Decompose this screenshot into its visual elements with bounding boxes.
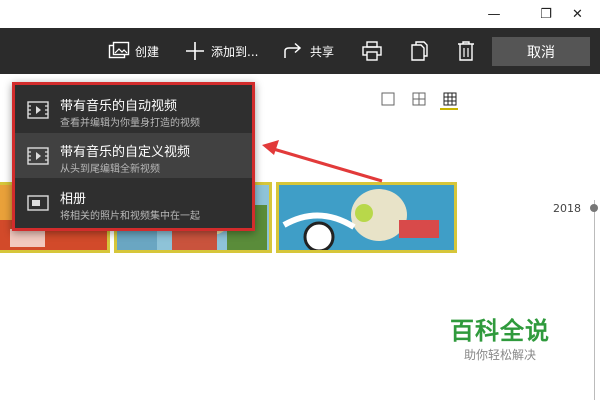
delete-icon — [456, 40, 476, 62]
album-icon — [27, 193, 49, 213]
close-button[interactable]: ✕ — [555, 0, 600, 28]
photo-thumbnail[interactable] — [276, 182, 457, 253]
minimize-button[interactable]: — — [471, 0, 517, 28]
create-dropdown-menu: 带有音乐的自动视频 查看并编辑为你量身打造的视频 带有音乐的自定义视频 从头到尾… — [12, 82, 255, 231]
add-icon — [184, 40, 206, 62]
menu-item-subtitle: 从头到尾编辑全新视频 — [60, 164, 160, 175]
timeline-scrubber[interactable] — [594, 200, 595, 400]
cancel-button[interactable]: 取消 — [492, 37, 590, 66]
print-button[interactable] — [361, 28, 383, 74]
photos-app-window: — ❐ ✕ 创建 添加到... 共享 取消 2018 带有音乐的自动视频 查看并… — [0, 0, 600, 400]
watermark-subtitle: 助你轻松解决 — [463, 348, 536, 362]
watermark-title: 百科全说 — [450, 317, 550, 345]
menu-item-subtitle: 将相关的照片和视频集中在一起 — [60, 211, 200, 222]
create-button[interactable]: 创建 — [108, 28, 159, 74]
custom-video-icon — [27, 146, 49, 166]
copy-button[interactable] — [408, 28, 430, 74]
single-view-icon[interactable] — [380, 90, 396, 108]
menu-item-album[interactable]: 相册 将相关的照片和视频集中在一起 — [15, 180, 252, 225]
menu-item-auto-video[interactable]: 带有音乐的自动视频 查看并编辑为你量身打造的视频 — [15, 87, 252, 132]
active-view-indicator — [440, 108, 458, 110]
four-grid-view-icon[interactable] — [411, 90, 427, 108]
add-to-button[interactable]: 添加到... — [184, 28, 258, 74]
delete-button[interactable] — [456, 28, 476, 74]
auto-video-icon — [27, 100, 49, 120]
title-bar: — ❐ ✕ — [0, 0, 600, 28]
print-icon — [361, 40, 383, 62]
menu-item-title: 相册 — [60, 192, 87, 207]
menu-item-custom-video[interactable]: 带有音乐的自定义视频 从头到尾编辑全新视频 — [15, 133, 252, 178]
watermark-logo: 百科全说 助你轻松解决 — [440, 316, 560, 364]
copy-icon — [408, 40, 430, 62]
timeline-year-label: 2018 — [553, 202, 581, 215]
create-icon — [108, 41, 130, 61]
menu-item-title: 带有音乐的自动视频 — [60, 99, 178, 114]
menu-item-title: 带有音乐的自定义视频 — [60, 145, 191, 160]
create-label: 创建 — [135, 44, 160, 59]
share-button[interactable]: 共享 — [283, 28, 334, 74]
nine-grid-view-icon[interactable] — [442, 90, 458, 108]
timeline-marker[interactable] — [590, 204, 598, 212]
menu-item-subtitle: 查看并编辑为你量身打造的视频 — [60, 118, 200, 129]
share-icon — [283, 41, 305, 61]
add-to-label: 添加到... — [211, 44, 259, 59]
share-label: 共享 — [310, 44, 335, 59]
